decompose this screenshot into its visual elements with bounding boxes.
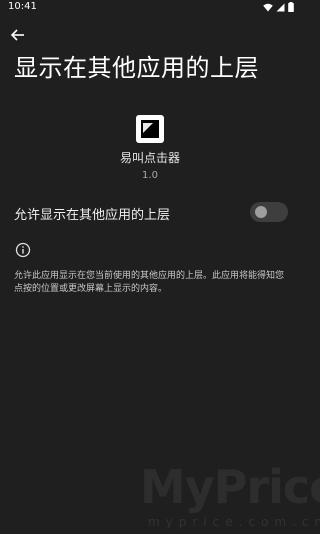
battery-icon [288,2,294,12]
app-version: 1.0 [142,170,158,181]
app-name: 易叫点击器 [119,151,180,165]
watermark-logo: MyPrice [140,460,320,514]
overlay-permission-label[interactable]: 允许显示在其他应用的上层 [14,204,170,223]
status-icons [263,2,294,12]
wifi-icon [263,3,273,11]
toggle-thumb [255,206,267,218]
page-title: 显示在其他应用的上层 [14,54,259,82]
arrow-back-icon [10,29,24,41]
app-logo-icon [136,115,164,143]
permission-description: 允许此应用显示在您当前使用的其他应用的上层。此应用将能得知您点按的位置或更改屏幕… [14,271,285,294]
app-logo-mark [143,123,153,133]
info-icon [15,242,31,258]
status-time: 10:41 [8,1,37,12]
back-button[interactable] [8,26,28,44]
app-logo-inner [141,120,159,138]
watermark-url: myprice.com.cn [148,515,320,529]
status-bar: 10:41 [0,0,300,16]
overlay-permission-toggle[interactable] [250,202,288,222]
signal-icon [276,3,285,11]
